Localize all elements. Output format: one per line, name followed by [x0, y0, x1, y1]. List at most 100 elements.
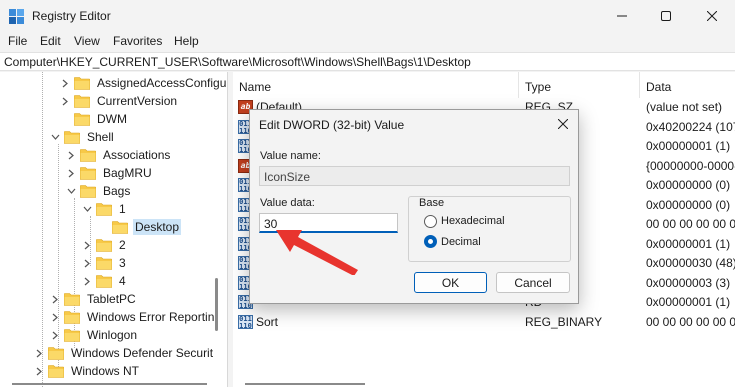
chevron-right-icon[interactable] — [50, 330, 60, 340]
horizontal-scrollbar[interactable] — [0, 380, 735, 387]
tree-item-label: 2 — [119, 238, 126, 252]
chevron-right-icon[interactable] — [82, 276, 92, 286]
tree-item[interactable]: 4 — [82, 272, 128, 290]
folder-icon — [63, 310, 81, 324]
column-header-data[interactable]: Data — [640, 72, 735, 98]
chevron-down-icon[interactable] — [82, 204, 92, 214]
hexadecimal-label[interactable]: Hexadecimal — [441, 215, 505, 227]
tree-item-label: Windows Defender Securit — [71, 346, 214, 360]
tree-item-label: AssignedAccessConfigu — [97, 76, 227, 90]
folder-icon — [79, 184, 97, 198]
menu-favorites[interactable]: Favorites — [113, 34, 162, 48]
chevron-down-icon[interactable] — [66, 186, 76, 196]
tree-item[interactable]: DWM — [60, 110, 129, 128]
tree-item[interactable]: 1 — [82, 200, 128, 218]
value-type: REG_BINARY — [525, 314, 603, 329]
minimize-button[interactable] — [599, 0, 645, 32]
chevron-right-icon[interactable] — [82, 240, 92, 250]
folder-icon — [111, 220, 129, 234]
tree-item[interactable]: CurrentVersion — [60, 92, 179, 110]
tree-item[interactable]: Desktop — [98, 218, 182, 236]
chevron-down-icon[interactable] — [50, 132, 60, 142]
chevron-right-icon[interactable] — [60, 96, 70, 106]
value-data: 0x00000003 (3) — [646, 275, 731, 290]
window-title: Registry Editor — [32, 9, 111, 23]
value-data-label: Value data: — [260, 197, 315, 209]
value-data: {00000000-0000-0 — [646, 158, 735, 173]
chevron-right-icon[interactable] — [50, 294, 60, 304]
value-data: 0x40200224 (1075 — [646, 119, 735, 134]
tree-scroll-thumb[interactable] — [215, 278, 218, 331]
tree-item-label: BagMRU — [103, 166, 152, 180]
value-data: 0x00000001 (1) — [646, 295, 731, 309]
tree-item[interactable]: BagMRU — [66, 164, 154, 182]
tree-item[interactable]: Winlogon — [50, 326, 139, 344]
registry-editor-icon — [9, 9, 24, 24]
hexadecimal-radio[interactable] — [424, 215, 437, 228]
tree-item[interactable]: Shell — [50, 128, 116, 146]
maximize-icon — [661, 11, 671, 21]
decimal-radio[interactable] — [424, 235, 437, 248]
key-tree[interactable]: AssignedAccessConfigu CurrentVersion DWM Sh… — [0, 72, 228, 387]
value-data: 00 00 00 00 00 00 — [646, 314, 735, 329]
chevron-right-icon[interactable] — [34, 366, 44, 376]
tree-item[interactable]: 3 — [82, 254, 128, 272]
menu-view[interactable]: View — [74, 34, 100, 48]
folder-icon — [79, 148, 97, 162]
chevron-right-icon[interactable] — [66, 168, 76, 178]
base-group — [408, 196, 571, 262]
folder-icon — [79, 166, 97, 180]
tree-item[interactable]: Windows NT — [34, 362, 141, 380]
tree-item[interactable]: Bags — [66, 182, 132, 200]
tree-item[interactable]: Associations — [66, 146, 172, 164]
folder-icon — [95, 256, 113, 270]
close-icon — [707, 11, 717, 21]
column-header-type[interactable]: Type — [519, 72, 640, 98]
chevron-right-icon[interactable] — [66, 150, 76, 160]
chevron-right-icon[interactable] — [82, 258, 92, 268]
column-header-name[interactable]: Name — [233, 72, 519, 98]
menu-help[interactable]: Help — [174, 34, 199, 48]
folder-icon — [95, 238, 113, 252]
close-icon — [558, 119, 568, 129]
menu-edit[interactable]: Edit — [40, 34, 61, 48]
minimize-icon — [617, 15, 627, 17]
maximize-button[interactable] — [643, 0, 689, 32]
decimal-label[interactable]: Decimal — [441, 236, 481, 248]
tree-item[interactable]: Windows Defender Securit — [34, 344, 215, 362]
folder-icon — [73, 76, 91, 90]
folder-icon — [63, 292, 81, 306]
menu-bar: File Edit View Favorites Help — [0, 32, 735, 51]
folder-icon — [95, 274, 113, 288]
value-data: 0x00000030 (48) — [646, 256, 735, 270]
dialog-title: Edit DWORD (32-bit) Value — [259, 118, 405, 132]
menu-file[interactable]: File — [8, 34, 27, 48]
chevron-right-icon[interactable] — [34, 348, 44, 358]
value-row[interactable]: 011 110 Sort REG_BINARY 00 00 00 00 00 00 — [233, 313, 735, 332]
tree-item-label: TabletPC — [87, 292, 136, 306]
tree-item[interactable]: TabletPC — [50, 290, 138, 308]
cancel-button[interactable]: Cancel — [496, 272, 570, 293]
tree-item[interactable]: AssignedAccessConfigu — [60, 74, 227, 92]
close-button[interactable] — [689, 0, 735, 32]
chevron-right-icon[interactable] — [50, 312, 60, 322]
dialog-close-button[interactable] — [554, 116, 572, 132]
address-path[interactable]: Computer\HKEY_CURRENT_USER\Software\Micr… — [4, 55, 471, 69]
tree-item-label: 1 — [119, 202, 126, 216]
folder-icon — [73, 112, 91, 126]
tree-item[interactable]: Windows Error Reportin — [50, 308, 216, 326]
tree-scrollbar[interactable] — [214, 72, 220, 387]
tree-item-label: Bags — [103, 184, 131, 198]
tree-item[interactable]: 2 — [82, 236, 128, 254]
value-name-field: IconSize — [259, 166, 570, 186]
folder-icon — [95, 202, 113, 216]
tree-item-label: Winlogon — [87, 328, 138, 342]
address-bar[interactable]: Computer\HKEY_CURRENT_USER\Software\Micr… — [0, 52, 735, 71]
chevron-right-icon[interactable] — [60, 78, 70, 88]
folder-icon — [63, 328, 81, 342]
ok-button[interactable]: OK — [414, 272, 487, 293]
tree-item-label: Associations — [103, 148, 171, 162]
value-data: 0x00000001 (1) — [646, 139, 731, 153]
tree-item-label: 3 — [119, 256, 126, 270]
